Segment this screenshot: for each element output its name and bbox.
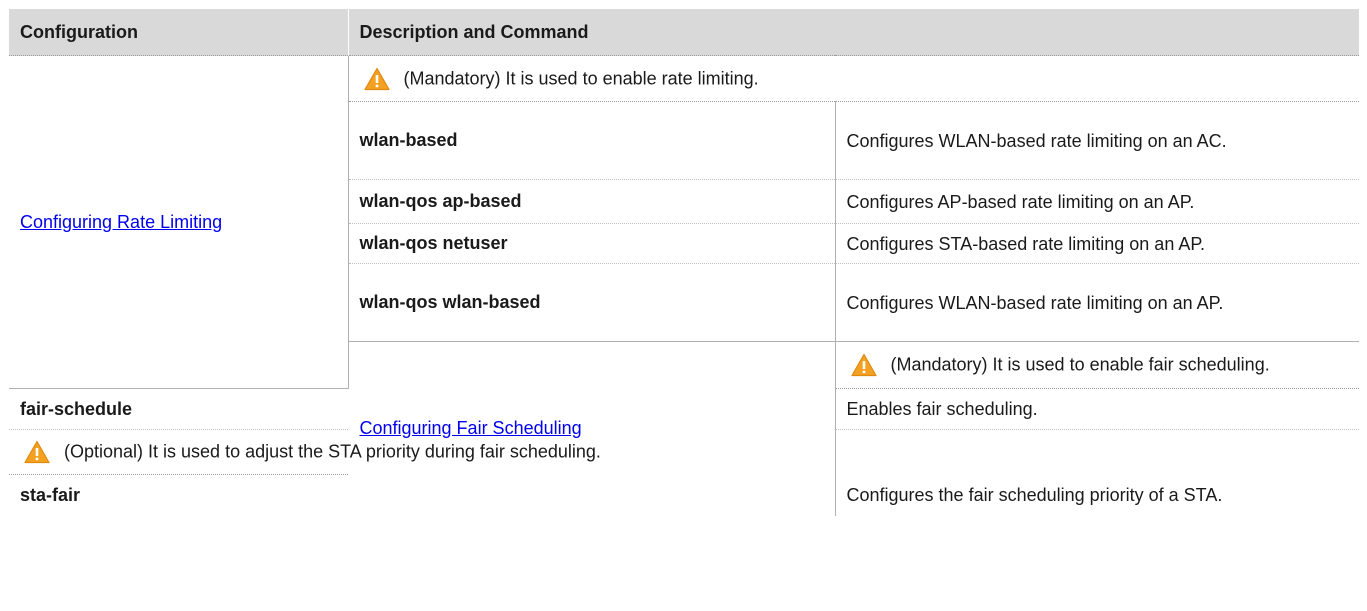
note-row-fair-scheduling: (Mandatory) It is used to enable fair sc… (835, 341, 1359, 389)
note-row-rate-limiting: (Mandatory) It is used to enable rate li… (348, 55, 1359, 102)
note-text: (Optional) It is used to adjust the STA … (64, 441, 601, 462)
command-name: sta-fair (20, 484, 81, 505)
command-name: wlan-qos netuser (348, 223, 835, 264)
config-cell-rate-limiting: Configuring Rate Limiting (9, 55, 349, 389)
command-name: wlan-qos wlan-based (348, 263, 835, 342)
header-description-and-command: Description and Command (348, 9, 1359, 56)
configuring-rate-limiting-link[interactable]: Configuring Rate Limiting (20, 212, 222, 232)
warning-triangle-icon (363, 67, 390, 90)
config-cell-fair-scheduling: Configuring Fair Scheduling (348, 341, 836, 516)
command-name: fair-schedule (9, 388, 348, 430)
command-name: wlan-qos ap-based (348, 179, 835, 224)
configuring-fair-scheduling-link[interactable]: Configuring Fair Scheduling (360, 418, 582, 438)
command-description: Configures the fair scheduling priority … (834, 474, 1359, 516)
configuration-table: Configuration Description and Command Co… (9, 9, 1359, 516)
warning-triangle-icon (24, 440, 50, 464)
command-description: Configures STA-based rate limiting on an… (834, 223, 1359, 264)
header-configuration: Configuration (9, 9, 349, 56)
command-description: Configures AP-based rate limiting on an … (834, 179, 1359, 224)
command-name: wlan-based (348, 101, 835, 180)
warning-triangle-icon (850, 353, 877, 377)
note-text: (Mandatory) It is used to enable rate li… (403, 68, 759, 88)
command-description: Configures WLAN-based rate limiting on a… (834, 263, 1359, 342)
command-description: Enables fair scheduling. (834, 388, 1359, 430)
note-text: (Mandatory) It is used to enable fair sc… (890, 354, 1270, 375)
table-header-row: Configuration Description and Command (9, 9, 1359, 56)
command-description: Configures WLAN-based rate limiting on a… (834, 101, 1359, 180)
